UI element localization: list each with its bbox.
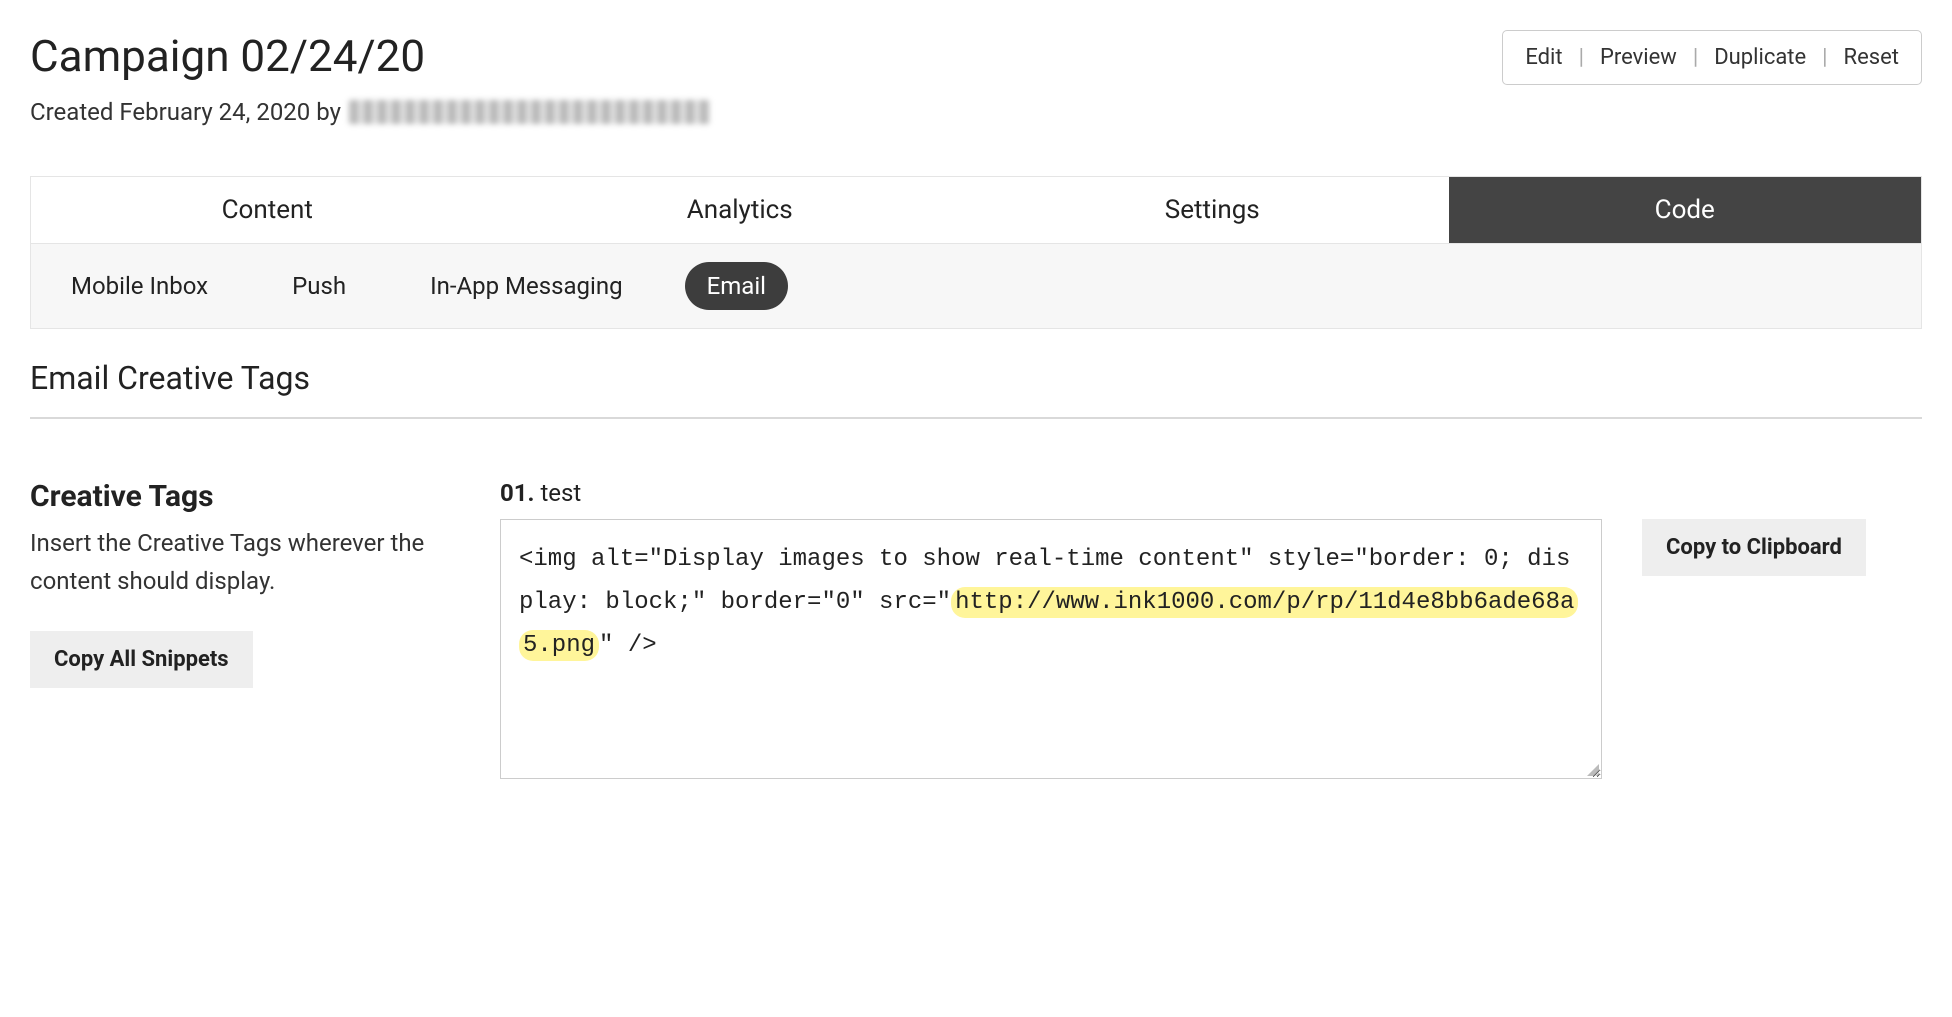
- section-title: Email Creative Tags: [30, 359, 1922, 419]
- snippet-number: 01.: [500, 479, 535, 507]
- subtab-email[interactable]: Email: [685, 262, 788, 310]
- tab-analytics[interactable]: Analytics: [504, 177, 977, 243]
- code-post: " />: [599, 632, 657, 659]
- author-redacted: [349, 100, 709, 124]
- created-line: Created February 24, 2020 by: [30, 98, 709, 126]
- copy-all-snippets-button[interactable]: Copy All Snippets: [30, 631, 253, 688]
- separator: |: [1579, 45, 1584, 70]
- edit-link[interactable]: Edit: [1525, 45, 1562, 70]
- subtab-mobile-inbox[interactable]: Mobile Inbox: [71, 262, 230, 310]
- snippet-label: 01. test: [500, 479, 1602, 507]
- page-title: Campaign 02/24/20: [30, 30, 709, 82]
- subtab-push[interactable]: Push: [270, 262, 368, 310]
- snippet-name: test: [540, 479, 581, 507]
- reset-link[interactable]: Reset: [1844, 45, 1899, 70]
- copy-to-clipboard-button[interactable]: Copy to Clipboard: [1642, 519, 1866, 576]
- primary-tabs: Content Analytics Settings Code: [30, 176, 1922, 244]
- creative-tags-heading: Creative Tags: [30, 479, 460, 514]
- separator: |: [1822, 45, 1827, 70]
- tab-content[interactable]: Content: [31, 177, 504, 243]
- subtab-in-app[interactable]: In-App Messaging: [408, 262, 645, 310]
- sub-tabs: Mobile Inbox Push In-App Messaging Email: [30, 244, 1922, 329]
- preview-link[interactable]: Preview: [1600, 45, 1677, 70]
- tab-settings[interactable]: Settings: [976, 177, 1449, 243]
- creative-tags-description: Insert the Creative Tags wherever the co…: [30, 524, 460, 601]
- created-text: Created February 24, 2020 by: [30, 98, 341, 126]
- actions-box: Edit | Preview | Duplicate | Reset: [1502, 30, 1922, 85]
- duplicate-link[interactable]: Duplicate: [1714, 45, 1806, 70]
- code-snippet-box[interactable]: <img alt="Display images to show real-ti…: [500, 519, 1602, 779]
- tab-code[interactable]: Code: [1449, 177, 1922, 243]
- resize-handle-icon[interactable]: [1585, 762, 1599, 776]
- separator: |: [1693, 45, 1698, 70]
